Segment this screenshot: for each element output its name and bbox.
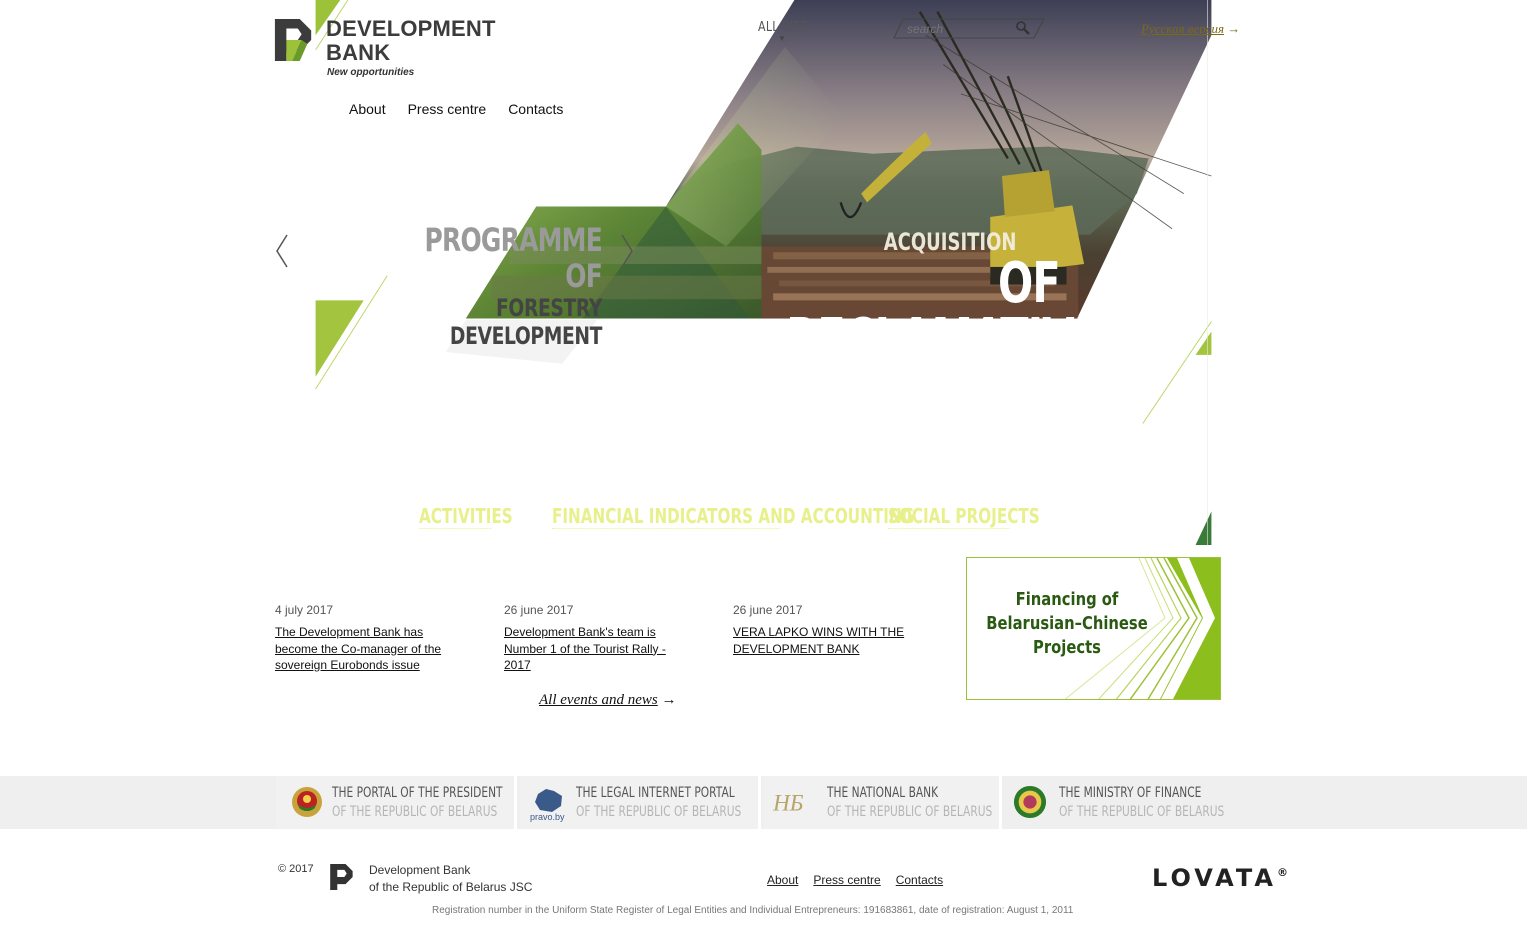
arrow-right-icon: →: [661, 692, 677, 708]
nav-press-centre[interactable]: Press centre: [408, 101, 487, 117]
news-title-link[interactable]: The Development Bank has become the Co-m…: [275, 624, 450, 674]
logo-text: DEVELOPMENT BANK: [326, 17, 496, 65]
slide-title-forestry[interactable]: PROGRAMME OF FORESTRY DEVELOPMENT: [352, 221, 603, 350]
site-logo[interactable]: DEVELOPMENT BANK New opportunities: [274, 17, 514, 79]
promo-banner-belarusian-chinese[interactable]: Financing of Belarusian–Chinese Projects: [966, 557, 1221, 700]
emblem-icon: [292, 787, 322, 817]
promo-line2: Belarusian–Chinese: [986, 613, 1148, 634]
partner-president-portal[interactable]: THE PORTAL OF THE PRESIDENT OF THE REPUB…: [276, 776, 517, 829]
footer-nav-about[interactable]: About: [767, 873, 798, 887]
slider-prev-arrow-icon[interactable]: [274, 234, 290, 268]
copyright: © 2017: [278, 863, 314, 875]
link-financial-indicators[interactable]: FINANCIAL INDICATORS AND ACCOUNTING: [552, 504, 914, 529]
developer-name: LOVATA: [1152, 864, 1277, 892]
all-news-link[interactable]: All events and news →: [539, 692, 676, 709]
search-input[interactable]: [907, 20, 1015, 37]
svg-text:НБ: НБ: [772, 791, 804, 817]
news-item: 26 june 2017 Development Bank's team is …: [504, 603, 704, 674]
partner-ministry-finance[interactable]: THE MINISTRY OF FINANCE OF THE REPUBLIC …: [1005, 776, 1520, 829]
slide-reclamative-line2: OF RECLAMATIVE: [786, 251, 1102, 372]
registration-info: Registration number in the Uniform State…: [432, 905, 1074, 916]
logo-mark-icon: [274, 19, 312, 61]
monogram-icon: НБ: [772, 791, 804, 817]
arrow-right-icon: →: [1227, 21, 1241, 36]
hero-section-links: ACTIVITIES FINANCIAL INDICATORS AND ACCO…: [419, 504, 1048, 529]
promo-line3: Projects: [1033, 637, 1101, 658]
promo-line1: Financing of: [1015, 589, 1119, 610]
news-date: 26 june 2017: [733, 603, 803, 617]
footer-nav-press-centre[interactable]: Press centre: [813, 873, 880, 887]
chevron-down-icon[interactable]: ▼: [778, 34, 786, 43]
search-icon[interactable]: [1015, 20, 1031, 36]
main-nav: About Press centre Contacts: [349, 101, 585, 117]
news-title-link[interactable]: Development Bank's team is Number 1 of t…: [504, 624, 674, 674]
footer-nav: About Press centre Contacts: [767, 873, 958, 887]
logo-line2: BANK: [326, 40, 391, 65]
developer-logo-lovata[interactable]: LOVATA®: [1152, 864, 1288, 892]
search-box: [893, 18, 1045, 39]
slide-forestry-line1: PROGRAMME OF: [424, 221, 603, 295]
nav-about[interactable]: About: [349, 101, 386, 117]
link-social-projects[interactable]: SOCIAL PROJECTS: [888, 504, 1040, 529]
slider-next-arrow-icon[interactable]: [619, 234, 635, 268]
link-activities[interactable]: ACTIVITIES: [419, 504, 513, 529]
ministry-emblem-icon: [1013, 785, 1047, 819]
all-site-dropdown[interactable]: ALL SITE: [758, 20, 807, 35]
footer-bank-name: Development Bank of the Republic of Bela…: [369, 862, 532, 896]
news-date: 26 june 2017: [504, 603, 574, 617]
footer-name-line2: of the Republic of Belarus JSC: [369, 880, 533, 894]
pravo-by-label: pravo.by: [530, 812, 565, 822]
russian-version-link[interactable]: Русская версия →: [1141, 21, 1240, 37]
partner-links-strip: THE PORTAL OF THE PRESIDENT OF THE REPUB…: [0, 776, 1527, 829]
partner-subtitle: OF THE REPUBLIC OF BELARUS: [827, 804, 993, 820]
slide-forestry-line2: FORESTRY DEVELOPMENT: [449, 294, 602, 350]
footer-nav-contacts[interactable]: Contacts: [896, 873, 943, 887]
partner-name: THE LEGAL INTERNET PORTAL: [576, 785, 735, 801]
slide-title-reclamative[interactable]: ACQUISITION OF RECLAMATIVE ENGINEERING: [690, 228, 1102, 422]
promo-text: Financing of Belarusian–Chinese Projects: [985, 588, 1149, 660]
partner-name: THE MINISTRY OF FINANCE: [1059, 785, 1202, 801]
nav-contacts[interactable]: Contacts: [508, 101, 563, 117]
news-item: 4 july 2017 The Development Bank has bec…: [275, 603, 475, 674]
partner-national-bank[interactable]: НБ THE NATIONAL BANK OF THE REPUBLIC OF …: [764, 776, 1002, 829]
partner-pravo-by[interactable]: pravo.by THE LEGAL INTERNET PORTAL OF TH…: [520, 776, 761, 829]
all-news-label: All events and news: [539, 692, 658, 708]
logo-tagline: New opportunities: [327, 67, 415, 78]
footer-logo-icon[interactable]: [330, 864, 354, 890]
news-title-link[interactable]: VERA LAPKO WINS WITH THE DEVELOPMENT BAN…: [733, 624, 918, 657]
footer-name-line1: Development Bank: [369, 863, 471, 877]
partner-subtitle: OF THE REPUBLIC OF BELARUS: [332, 804, 498, 820]
news-item: 26 june 2017 VERA LAPKO WINS WITH THE DE…: [733, 603, 933, 657]
logo-line1: DEVELOPMENT: [326, 16, 496, 41]
registered-mark: ®: [1276, 866, 1288, 879]
partner-name: THE NATIONAL BANK: [827, 785, 939, 801]
partner-subtitle: OF THE REPUBLIC OF BELARUS: [1059, 804, 1225, 820]
lang-link-label: Русская версия: [1141, 21, 1225, 36]
slide-reclamative-line3: ENGINEERING: [786, 364, 1064, 422]
partner-name: THE PORTAL OF THE PRESIDENT: [332, 785, 503, 801]
news-date: 4 july 2017: [275, 603, 334, 617]
partner-subtitle: OF THE REPUBLIC OF BELARUS: [576, 804, 742, 820]
